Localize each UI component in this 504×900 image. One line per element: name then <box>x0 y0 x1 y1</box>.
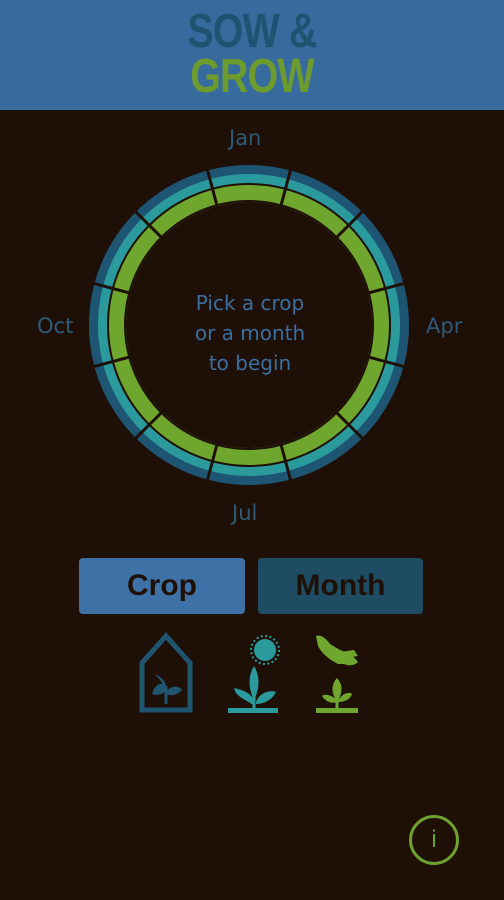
app-header: SOW & GROW <box>0 0 504 110</box>
crop-button[interactable]: Crop <box>79 558 245 614</box>
center-prompt-line-2: or a month <box>194 321 306 345</box>
month-label-apr: Apr <box>426 314 463 338</box>
center-prompt-line-3: to begin <box>208 351 292 375</box>
month-label-oct: Oct <box>37 314 74 338</box>
center-prompt-line-1: Pick a crop <box>195 291 305 315</box>
info-button[interactable]: i <box>409 815 459 865</box>
logo-text-bottom: GROW <box>190 50 314 103</box>
sun-sprout-icon[interactable] <box>226 630 286 716</box>
calendar-wheel[interactable]: Jan Apr Jul Oct Pick a crop or a month t… <box>0 120 504 540</box>
hand-planting-icon[interactable] <box>310 630 370 716</box>
month-label-jan: Jan <box>229 126 262 150</box>
month-button[interactable]: Month <box>258 558 423 614</box>
greenhouse-sprout-icon[interactable] <box>136 630 196 716</box>
center-prompt: Pick a crop or a month to begin <box>150 288 350 378</box>
logo-text-top: SOW & <box>187 5 317 58</box>
month-label-jul: Jul <box>232 501 258 525</box>
